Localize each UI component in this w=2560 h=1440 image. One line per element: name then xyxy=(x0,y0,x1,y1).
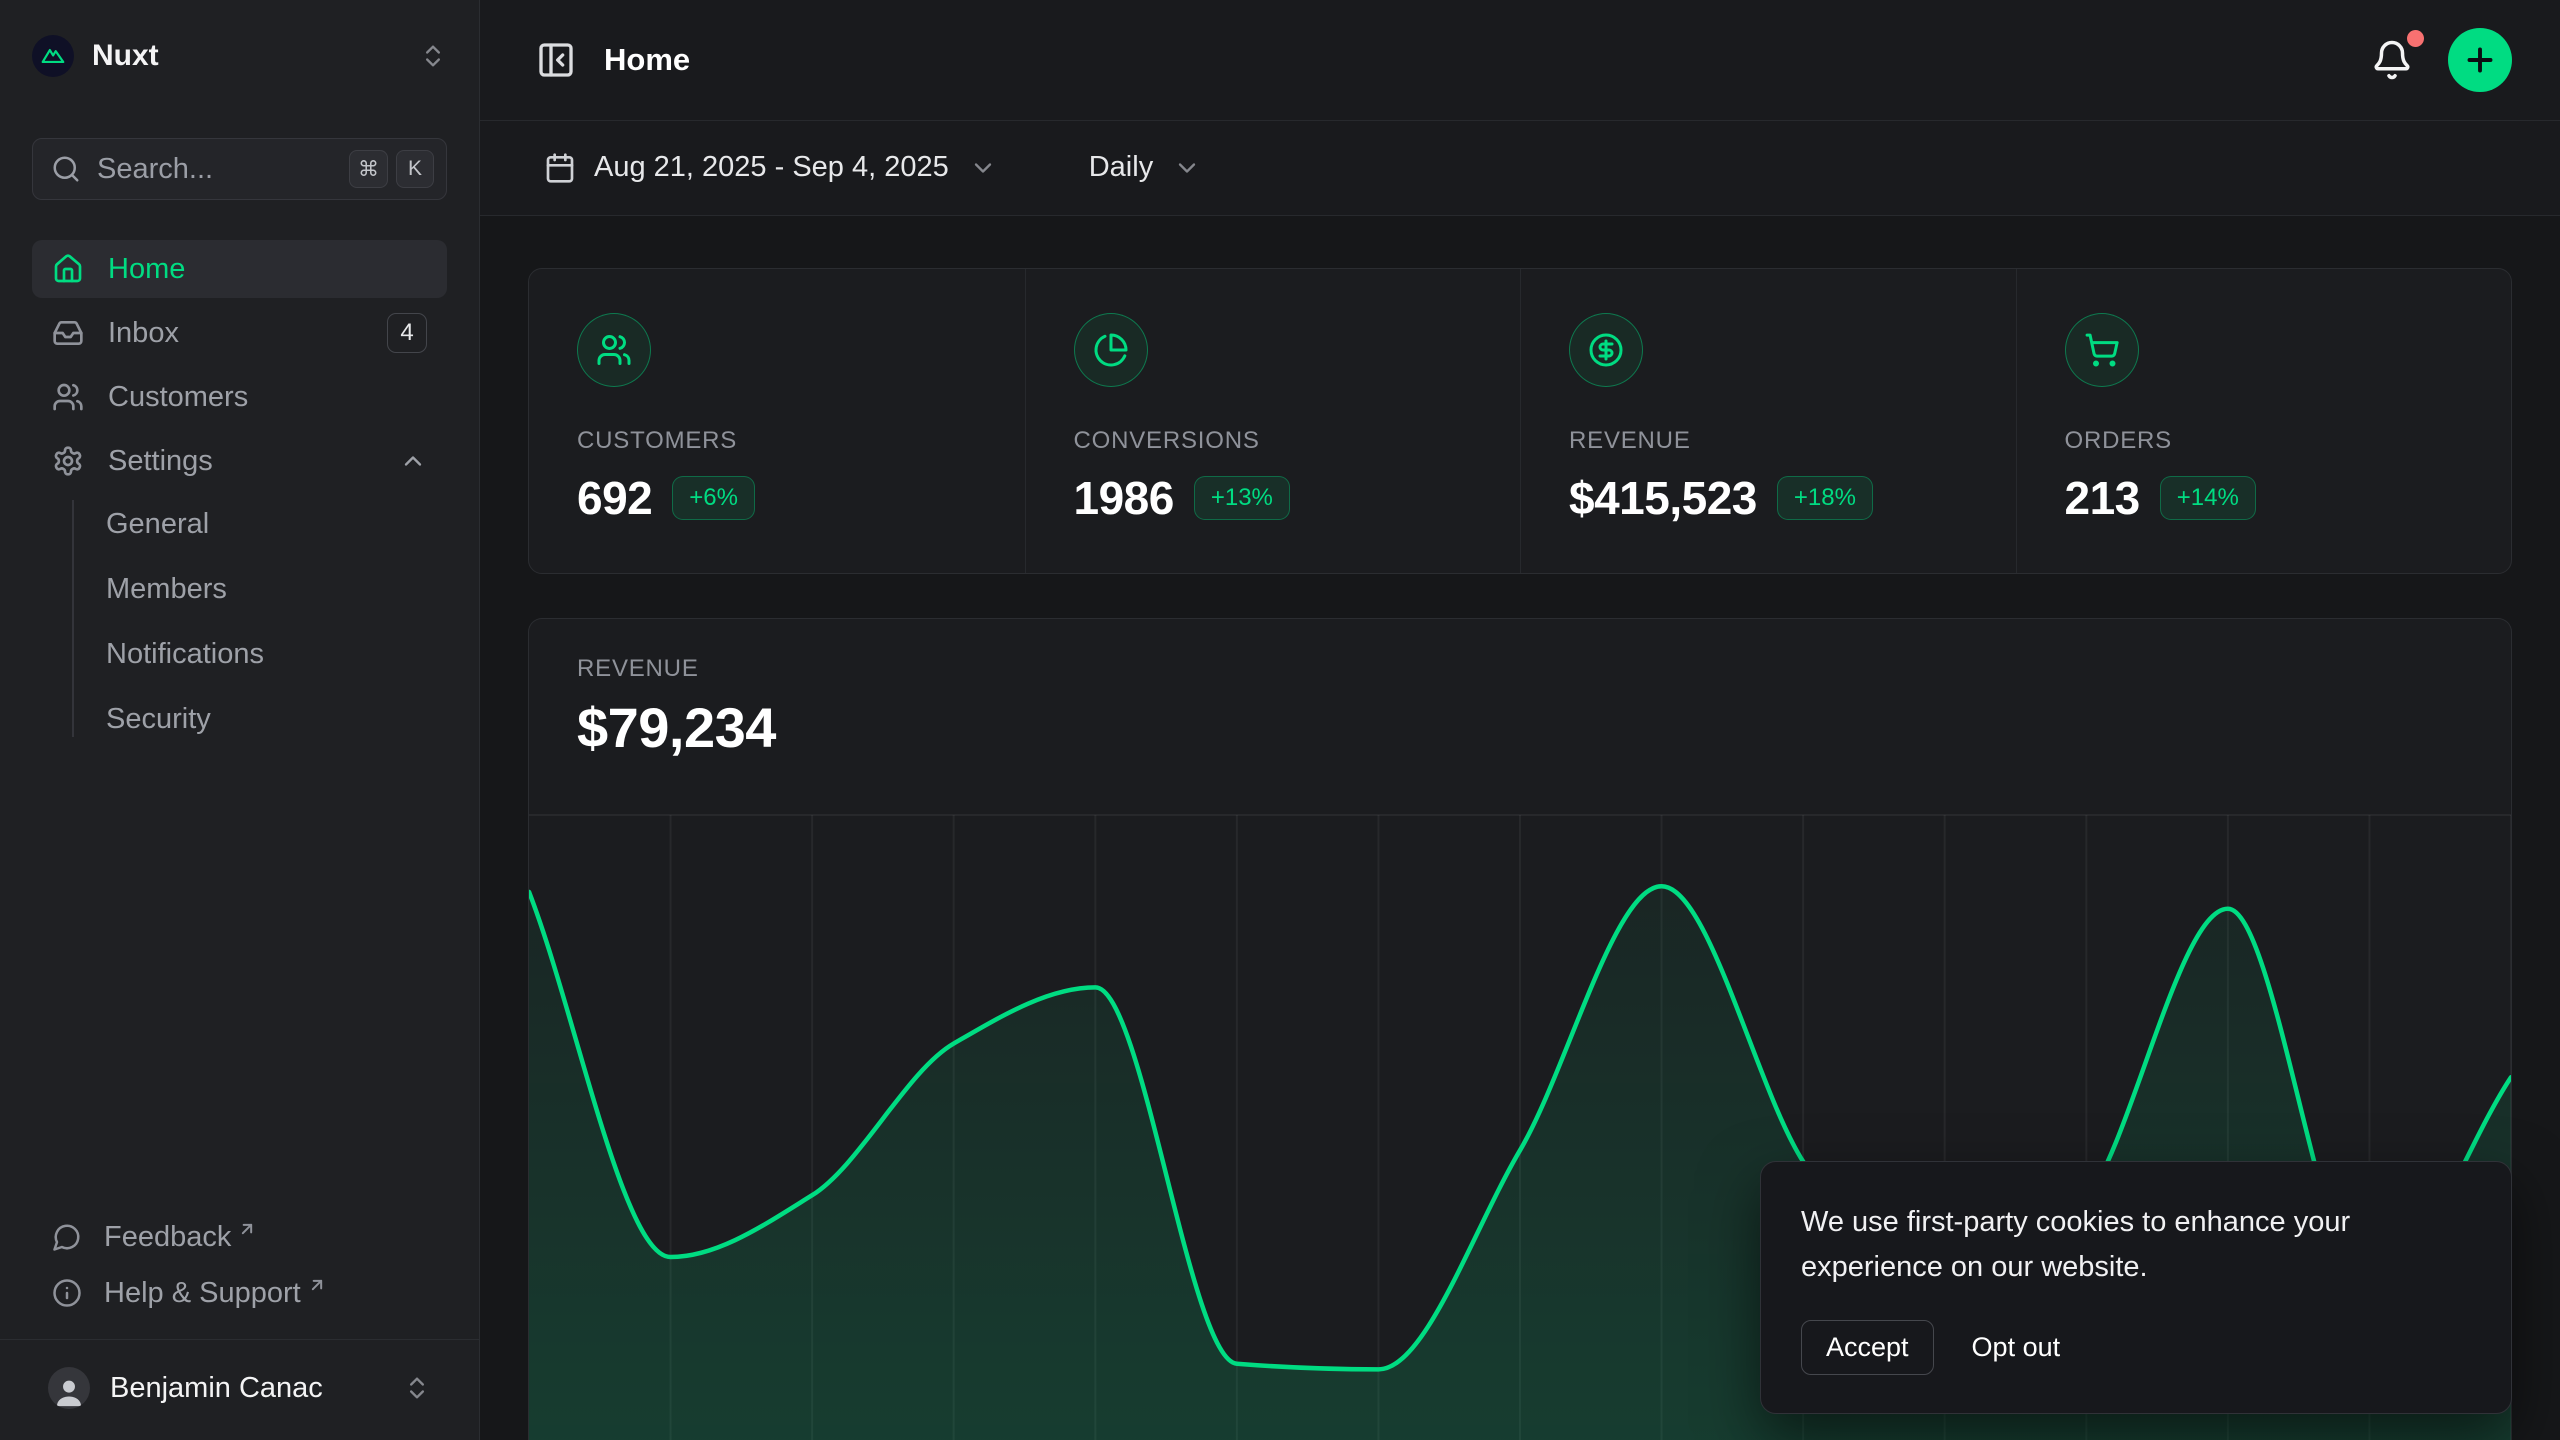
bell-icon xyxy=(2371,39,2413,81)
sidebar-item-label: Settings xyxy=(108,445,399,478)
sidebar-item-inbox[interactable]: Inbox 4 xyxy=(32,304,447,362)
inbox-count-badge: 4 xyxy=(387,313,427,353)
stat-label: CONVERSIONS xyxy=(1074,427,1473,455)
stat-label: CUSTOMERS xyxy=(577,427,977,455)
sidebar: Nuxt Search... ⌘ K Home xyxy=(0,0,480,1440)
stat-label: REVENUE xyxy=(1569,427,1968,455)
shopping-cart-icon xyxy=(2065,313,2139,387)
stat-delta-badge: +18% xyxy=(1777,476,1873,520)
external-link-icon xyxy=(307,1275,327,1295)
filter-bar: Aug 21, 2025 - Sep 4, 2025 Daily xyxy=(480,121,2560,216)
stat-value: 1986 xyxy=(1074,471,1174,525)
chevron-up-icon xyxy=(399,447,427,475)
chevrons-up-down-icon xyxy=(403,1374,431,1402)
home-icon xyxy=(52,253,84,285)
sidebar-top: Nuxt Search... ⌘ K Home xyxy=(0,0,479,756)
sidebar-item-feedback[interactable]: Feedback xyxy=(32,1209,447,1265)
sidebar-item-label: Inbox xyxy=(108,317,387,350)
calendar-icon xyxy=(544,152,576,184)
stat-card-customers[interactable]: CUSTOMERS 692 +6% xyxy=(529,269,1025,573)
stat-value: $415,523 xyxy=(1569,471,1757,525)
search-placeholder: Search... xyxy=(97,153,341,186)
cookie-banner: We use first-party cookies to enhance yo… xyxy=(1760,1161,2512,1414)
nuxt-logo-icon xyxy=(32,35,74,77)
message-bubble-icon xyxy=(52,1222,82,1252)
sidebar-item-notifications[interactable]: Notifications xyxy=(106,626,447,682)
kbd-k: K xyxy=(396,150,434,188)
users-icon xyxy=(577,313,651,387)
stat-card-conversions[interactable]: CONVERSIONS 1986 +13% xyxy=(1025,269,1521,573)
chevron-down-icon xyxy=(969,154,997,182)
cookie-opt-out-button[interactable]: Opt out xyxy=(1972,1332,2061,1363)
chevrons-up-down-icon xyxy=(419,42,447,70)
gear-icon xyxy=(52,445,84,477)
sidebar-nav: Home Inbox 4 Customers xyxy=(32,240,447,747)
revenue-panel-value: $79,234 xyxy=(577,695,2463,760)
stats-row: CUSTOMERS 692 +6% CONVERSIONS 1986 +13% xyxy=(528,268,2512,574)
search-icon xyxy=(51,154,81,184)
plus-icon xyxy=(2462,42,2498,78)
team-name: Nuxt xyxy=(92,39,419,73)
sub-items-guide-line xyxy=(72,500,74,737)
sidebar-item-label: Feedback xyxy=(104,1221,231,1254)
add-button[interactable] xyxy=(2448,28,2512,92)
user-avatar xyxy=(48,1367,90,1409)
circle-dollar-icon xyxy=(1569,313,1643,387)
sidebar-item-general[interactable]: General xyxy=(106,496,447,552)
user-menu[interactable]: Benjamin Canac xyxy=(32,1358,447,1418)
team-selector[interactable]: Nuxt xyxy=(32,26,447,86)
sidebar-collapse-button[interactable] xyxy=(528,32,584,88)
date-range-picker[interactable]: Aug 21, 2025 - Sep 4, 2025 xyxy=(528,136,1013,200)
granularity-label: Daily xyxy=(1089,151,1153,184)
cookie-accept-button[interactable]: Accept xyxy=(1801,1320,1934,1375)
stat-delta-badge: +13% xyxy=(1194,476,1290,520)
kbd-cmd: ⌘ xyxy=(349,150,388,188)
search-input[interactable]: Search... ⌘ K xyxy=(32,138,447,200)
stat-delta-badge: +6% xyxy=(672,476,755,520)
app-root: Nuxt Search... ⌘ K Home xyxy=(0,0,2560,1440)
user-section: Benjamin Canac xyxy=(0,1339,479,1440)
settings-sub-items: General Members Notifications Security xyxy=(32,496,447,747)
user-name: Benjamin Canac xyxy=(110,1372,403,1405)
pie-chart-icon xyxy=(1074,313,1148,387)
stat-value: 692 xyxy=(577,471,652,525)
stat-label: ORDERS xyxy=(2065,427,2464,455)
date-range-label: Aug 21, 2025 - Sep 4, 2025 xyxy=(594,151,949,184)
stat-value: 213 xyxy=(2065,471,2140,525)
users-icon xyxy=(52,381,84,413)
sidebar-bottom: Feedback Help & Support xyxy=(0,1209,479,1440)
sidebar-item-label: Customers xyxy=(108,381,427,414)
stat-delta-badge: +14% xyxy=(2160,476,2256,520)
sidebar-item-settings[interactable]: Settings xyxy=(32,432,447,490)
notification-dot xyxy=(2407,30,2424,47)
topbar: Home xyxy=(480,0,2560,121)
info-circle-icon xyxy=(52,1278,82,1308)
revenue-panel-label: REVENUE xyxy=(577,655,2463,683)
panel-left-close-icon xyxy=(536,40,576,80)
sidebar-item-label: Help & Support xyxy=(104,1277,301,1310)
inbox-icon xyxy=(52,317,84,349)
external-link-icon xyxy=(237,1219,257,1239)
page-title: Home xyxy=(604,42,690,78)
sidebar-item-label: Home xyxy=(108,253,427,286)
sidebar-item-members[interactable]: Members xyxy=(106,561,447,617)
notifications-button[interactable] xyxy=(2364,32,2420,88)
sidebar-item-help-support[interactable]: Help & Support xyxy=(32,1265,447,1321)
sidebar-item-customers[interactable]: Customers xyxy=(32,368,447,426)
stat-card-orders[interactable]: ORDERS 213 +14% xyxy=(2016,269,2512,573)
sidebar-item-security[interactable]: Security xyxy=(106,691,447,747)
granularity-select[interactable]: Daily xyxy=(1073,136,1217,200)
chevron-down-icon xyxy=(1173,154,1201,182)
sidebar-item-home[interactable]: Home xyxy=(32,240,447,298)
cookie-message: We use first-party cookies to enhance yo… xyxy=(1801,1200,2471,1290)
stat-card-revenue[interactable]: REVENUE $415,523 +18% xyxy=(1520,269,2016,573)
